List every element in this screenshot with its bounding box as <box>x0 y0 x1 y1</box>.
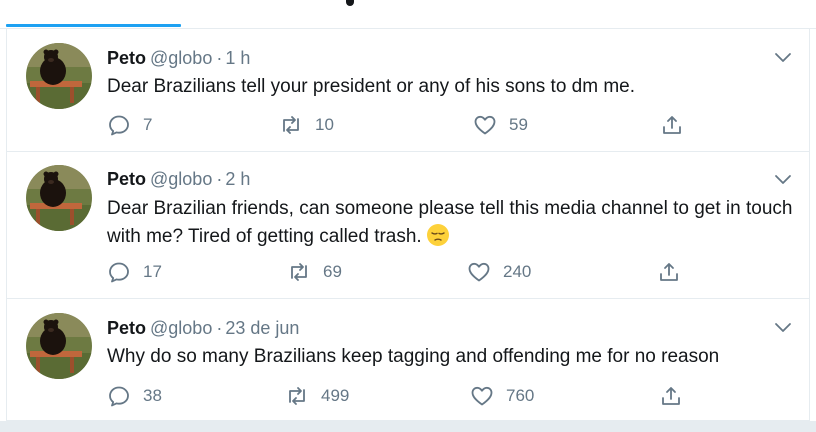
timestamp[interactable]: 1 h <box>225 48 250 68</box>
tweet-text: Why do so many Brazilians keep tagging a… <box>107 343 797 371</box>
tweet-actions: 38 499 760 <box>107 383 797 409</box>
timestamp[interactable]: 2 h <box>225 169 250 189</box>
chevron-down-icon <box>775 53 791 62</box>
tweet[interactable]: Peto @globo · 1 h Dear Brazilians tell your… <box>6 29 810 152</box>
tweet-actions: 17 69 240 <box>107 259 797 285</box>
reply-button[interactable]: 7 <box>107 112 152 138</box>
heart-icon <box>471 386 493 406</box>
retweet-count: 69 <box>323 262 342 281</box>
share-icon <box>662 387 680 405</box>
tweet-text: Dear Brazilians tell your president or a… <box>107 73 797 101</box>
retweet-button[interactable]: 69 <box>287 259 342 285</box>
retweet-icon <box>289 387 305 405</box>
bear-on-bench-photo <box>26 165 92 231</box>
timestamp[interactable]: 23 de jun <box>225 318 299 338</box>
tweet-text: Dear Brazilian friends, can someone plea… <box>107 195 797 251</box>
heart-icon <box>474 115 496 135</box>
like-count: 240 <box>503 262 532 281</box>
like-count: 59 <box>509 115 528 134</box>
heart-icon <box>468 262 490 282</box>
share-button[interactable] <box>660 112 684 138</box>
bear-on-bench-photo <box>26 43 92 109</box>
separator-dot: · <box>216 48 223 68</box>
tweet[interactable]: Peto @globo · 23 de jun Why do so many Braz… <box>6 299 810 421</box>
more-options-button[interactable] <box>773 47 793 67</box>
tweet-header: Peto @globo · 1 h <box>107 47 250 69</box>
tweet-text-content: Dear Brazilian friends, can someone plea… <box>107 198 793 247</box>
reply-count: 38 <box>143 386 162 405</box>
more-options-button[interactable] <box>773 169 793 189</box>
active-tab-indicator <box>6 24 181 27</box>
tweet-header: Peto @globo · 2 h <box>107 168 250 190</box>
display-name[interactable]: Peto <box>107 48 146 68</box>
handle[interactable]: @globo <box>150 318 212 338</box>
separator-dot: · <box>216 169 223 189</box>
display-name[interactable]: Peto <box>107 169 146 189</box>
reply-button[interactable]: 17 <box>107 259 162 285</box>
like-count: 760 <box>506 386 535 405</box>
bear-on-bench-photo <box>26 313 92 379</box>
more-options-button[interactable] <box>773 317 793 337</box>
timeline-footer-strip <box>0 421 816 432</box>
chevron-down-icon <box>775 175 791 184</box>
reply-icon <box>109 115 129 136</box>
share-icon <box>663 116 681 134</box>
retweet-icon <box>283 116 299 134</box>
display-name[interactable]: Peto <box>107 318 146 338</box>
handle[interactable]: @globo <box>150 48 212 68</box>
chevron-down-icon <box>775 323 791 332</box>
handle[interactable]: @globo <box>150 169 212 189</box>
tab-label-fragment <box>346 0 354 6</box>
reply-count: 17 <box>143 262 162 281</box>
like-button[interactable]: 59 <box>473 112 528 138</box>
avatar[interactable] <box>26 313 92 379</box>
timeline: Peto @globo · 1 h Dear Brazilians tell your… <box>0 0 816 432</box>
reply-button[interactable]: 38 <box>107 383 162 409</box>
timeline-tab-bar <box>0 0 816 29</box>
retweet-count: 499 <box>321 386 350 405</box>
retweet-icon <box>291 263 307 281</box>
reply-icon <box>109 386 129 407</box>
like-button[interactable]: 760 <box>470 383 534 409</box>
pensive-face-emoji <box>426 223 450 247</box>
retweet-count: 10 <box>315 115 334 134</box>
share-button[interactable] <box>659 383 683 409</box>
tweet-actions: 7 10 59 <box>107 112 797 138</box>
tweet-header: Peto @globo · 23 de jun <box>107 317 299 339</box>
share-button[interactable] <box>657 259 681 285</box>
retweet-button[interactable]: 10 <box>279 112 334 138</box>
tweet[interactable]: Peto @globo · 2 h Dear Brazilian friends, c… <box>6 152 810 299</box>
separator-dot: · <box>216 318 223 338</box>
tweet-text-content: Dear Brazilians tell your president or a… <box>107 76 636 97</box>
tweet-text-content: Why do so many Brazilians keep tagging a… <box>107 346 720 367</box>
like-button[interactable]: 240 <box>467 259 531 285</box>
retweet-button[interactable]: 499 <box>285 383 349 409</box>
avatar[interactable] <box>26 43 92 109</box>
avatar[interactable] <box>26 165 92 231</box>
share-icon <box>660 263 678 281</box>
reply-count: 7 <box>143 115 153 134</box>
reply-icon <box>109 262 129 283</box>
